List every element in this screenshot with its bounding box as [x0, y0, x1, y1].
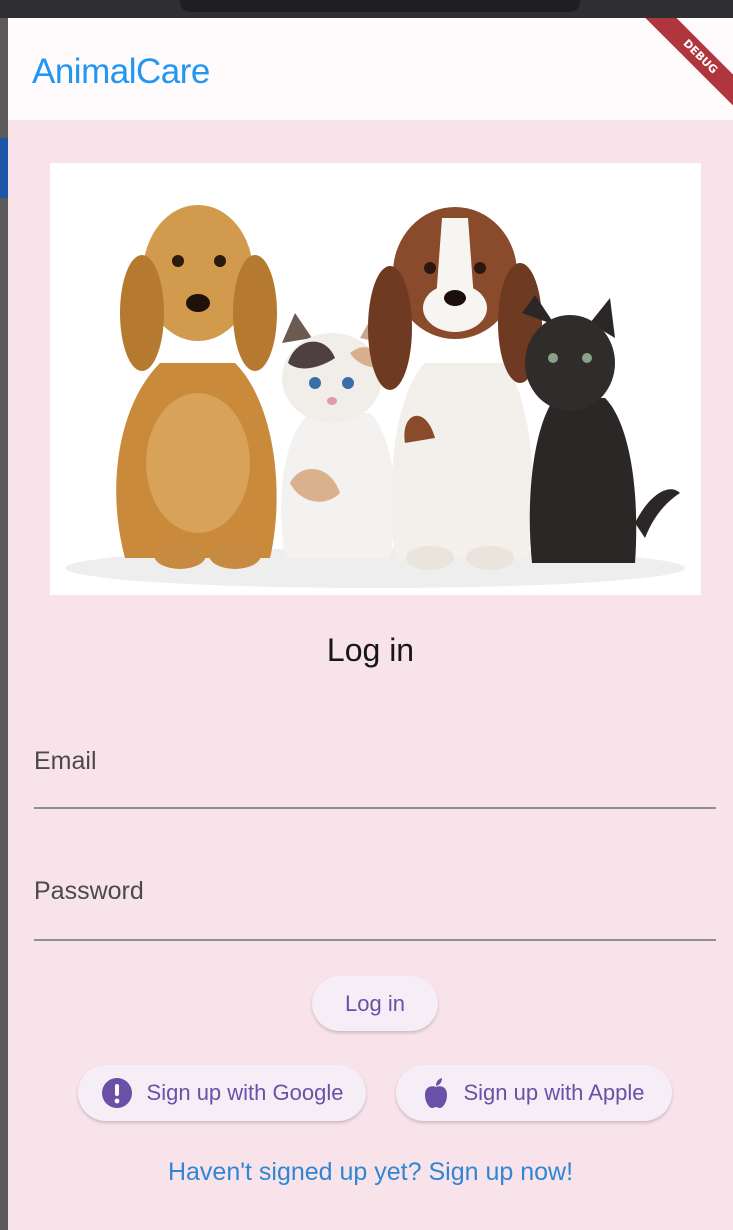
email-field[interactable]: Email: [34, 747, 97, 776]
password-field[interactable]: Password: [34, 877, 144, 906]
app-screen: AnimalCare DEBUG Log in Email Password L…: [8, 18, 733, 1230]
app-title: AnimalCare: [32, 52, 210, 91]
google-signup-button[interactable]: Sign up with Google: [78, 1065, 366, 1121]
system-status-bar: [0, 0, 733, 18]
camera-notch: [180, 0, 580, 12]
app-bar: AnimalCare DEBUG: [8, 18, 733, 120]
golden-puppy: [116, 205, 277, 569]
pets-hero-image: [50, 163, 701, 595]
black-kitten: [522, 295, 680, 563]
login-button[interactable]: Log in: [312, 976, 438, 1031]
spaniel-dog: [368, 207, 542, 570]
alert-circle-icon: [101, 1077, 133, 1109]
pets-illustration: [65, 205, 685, 588]
apple-signup-label: Sign up with Apple: [463, 1080, 645, 1105]
window-edge: [0, 18, 8, 1230]
login-heading: Log in: [326, 632, 415, 668]
apple-signup-button[interactable]: Sign up with Apple: [396, 1065, 672, 1121]
google-signup-label: Sign up with Google: [146, 1080, 344, 1105]
password-underline: [34, 939, 716, 941]
signup-now-link[interactable]: Haven't signed up yet? Sign up now!: [8, 1158, 733, 1187]
login-button-label: Log in: [345, 990, 405, 1016]
email-underline: [34, 807, 716, 809]
edge-marker: [0, 138, 8, 198]
apple-icon: [423, 1078, 449, 1108]
debug-banner: DEBUG: [639, 18, 733, 118]
